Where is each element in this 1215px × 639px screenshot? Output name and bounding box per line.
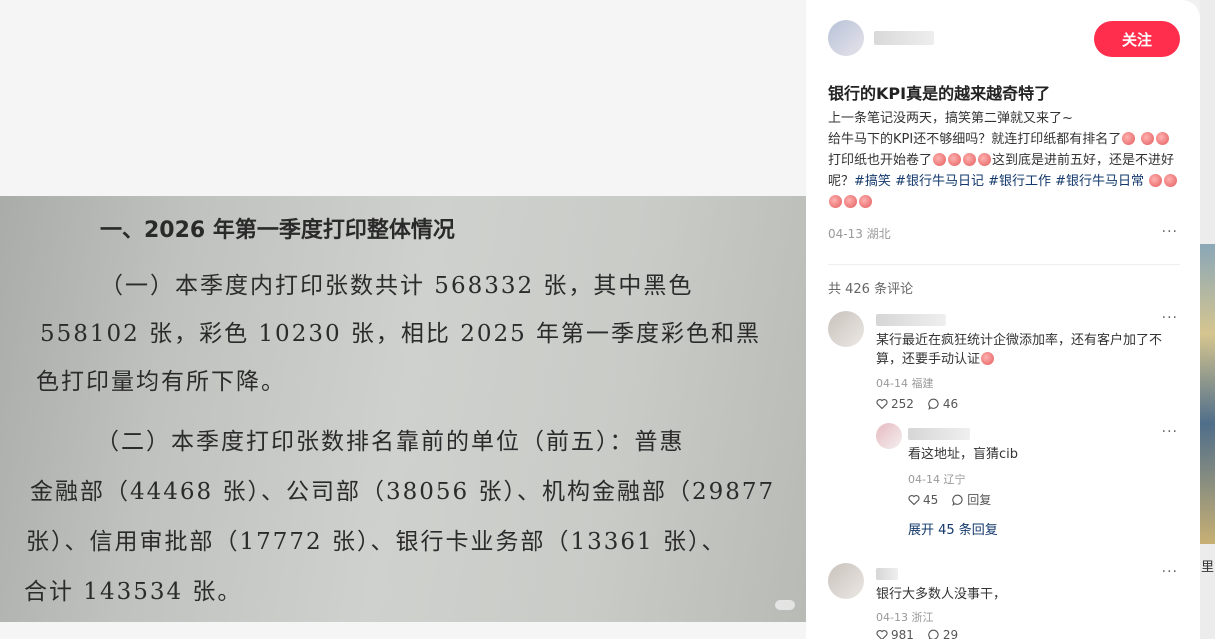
like-button[interactable]: 45 (908, 493, 938, 507)
emoji-icon (1164, 174, 1178, 187)
expand-replies-link[interactable]: 展开 45 条回复 (908, 519, 998, 538)
reply-label: 回复 (967, 493, 992, 507)
more-icon[interactable]: ··· (1162, 564, 1178, 580)
author-name[interactable] (874, 31, 934, 45)
like-button[interactable]: 981 (876, 628, 914, 639)
photo-line: （一）本季度内打印张数共计 568332 张，其中黑色 (100, 273, 694, 299)
reply-actions: 45 回复 (908, 491, 991, 508)
emoji-icon (829, 195, 842, 208)
like-count: 981 (891, 628, 914, 639)
hashtag-link[interactable]: #搞笑 (854, 174, 891, 189)
hashtag-link[interactable]: #银行牛马日记 (895, 174, 984, 189)
emoji-icon (933, 153, 947, 166)
emoji-icon (859, 195, 872, 208)
photo-line: 558102 张，彩色 10230 张，相比 2025 年第一季度彩色和黑 (40, 321, 762, 347)
heart-icon (908, 494, 920, 505)
heart-icon (876, 399, 888, 410)
note-body: 上一条笔记没两天，搞笑第二弹就又来了~ 给牛马下的KPI还不够细吗？就连打印纸都… (828, 108, 1180, 213)
comment-avatar[interactable] (828, 563, 864, 599)
image-pager-dots[interactable] (775, 600, 795, 610)
photo-heading: 一、2026 年第一季度打印整体情况 (100, 218, 455, 243)
like-count: 252 (891, 397, 914, 411)
more-icon[interactable]: ··· (1162, 310, 1178, 326)
body-paragraph: 打印纸也开始卷了 (828, 153, 933, 168)
emoji-icon (978, 153, 992, 166)
note-detail-panel: 关注 银行的KPI真是的越来越奇特了 上一条笔记没两天，搞笑第二弹就又来了~ 给… (806, 0, 1200, 639)
reply-count: 29 (942, 628, 959, 639)
emoji-icon (948, 153, 962, 166)
more-icon[interactable]: ··· (1162, 424, 1178, 440)
comment-actions: 252 46 (876, 397, 958, 411)
reply-button[interactable]: 回复 (952, 491, 991, 508)
emoji-icon (1156, 132, 1170, 145)
heart-icon (876, 630, 888, 639)
like-count: 45 (923, 492, 939, 507)
hashtag-link[interactable]: #银行牛马日常 (1055, 174, 1144, 189)
comment-text: 某行最近在疯狂统计企微添加率，还有客户加了不算，还要手动认证 (876, 331, 1180, 369)
photo-line: 色打印量均有所下降。 (36, 369, 286, 395)
comment-author[interactable] (876, 314, 946, 326)
emoji-icon (981, 352, 995, 365)
photo-line: 合计 143534 张。 (24, 579, 243, 605)
like-button[interactable]: 252 (876, 397, 914, 411)
emoji-icon (844, 195, 857, 208)
comment-author[interactable] (876, 568, 898, 580)
note-photo: 一、2026 年第一季度打印整体情况 （一）本季度内打印张数共计 568332 … (0, 196, 806, 622)
hashtag-link[interactable]: #银行工作 (988, 174, 1051, 189)
comment-meta: 04-14 福建 (876, 377, 934, 390)
emoji-icon (1141, 132, 1155, 145)
emoji-icon (963, 153, 977, 166)
body-paragraph: 上一条笔记没两天，搞笑第二弹就又来了~ (828, 111, 1073, 126)
reply-author[interactable] (908, 428, 970, 440)
author-avatar[interactable] (828, 20, 864, 56)
reply-count: 46 (942, 397, 959, 411)
divider (828, 264, 1180, 265)
reply-button[interactable]: 46 (928, 397, 958, 411)
photo-line: （二）本季度打印张数排名靠前的单位（前五）：普惠 (96, 429, 685, 455)
comment-avatar[interactable] (828, 311, 864, 347)
follow-button[interactable]: 关注 (1094, 21, 1180, 57)
background-photo (1200, 244, 1215, 544)
comment-actions: 981 29 (876, 628, 958, 639)
photo-line: 金融部（44468 张）、公司部（38056 张）、机构金融部（29877 (30, 479, 776, 505)
more-icon[interactable]: ··· (1162, 224, 1178, 240)
background-text: 里 (1201, 560, 1215, 575)
reply-button[interactable]: 29 (928, 628, 958, 639)
comment-icon (952, 494, 963, 506)
author-info[interactable] (828, 20, 934, 56)
comment-icon (928, 398, 939, 410)
comment-meta: 04-13 浙江 (876, 611, 934, 624)
photo-line: 张）、信用审批部（17772 张）、银行卡业务部（13361 张）、 (26, 529, 727, 555)
reply-text: 看这地址，盲猜cib (908, 447, 1019, 462)
comment-icon (928, 629, 939, 639)
note-meta: 04-13 湖北 (828, 227, 891, 241)
body-paragraph: 给牛马下的KPI还不够细吗？就连打印纸都有排名了 (828, 132, 1122, 147)
note-image-panel[interactable]: 一、2026 年第一季度打印整体情况 （一）本季度内打印张数共计 568332 … (0, 0, 806, 639)
reply-avatar[interactable] (876, 423, 902, 449)
note-title: 银行的KPI真是的越来越奇特了 (828, 84, 1051, 103)
emoji-icon (1122, 132, 1136, 145)
comment-count: 共 426 条评论 (828, 282, 914, 297)
comment-text-content: 某行最近在疯狂统计企微添加率，还有客户加了不算，还要手动认证 (876, 333, 1163, 367)
reply-meta: 04-14 辽宁 (908, 473, 966, 486)
emoji-icon (1149, 174, 1163, 187)
comment-text: 银行大多数人没事干， (876, 587, 1007, 602)
